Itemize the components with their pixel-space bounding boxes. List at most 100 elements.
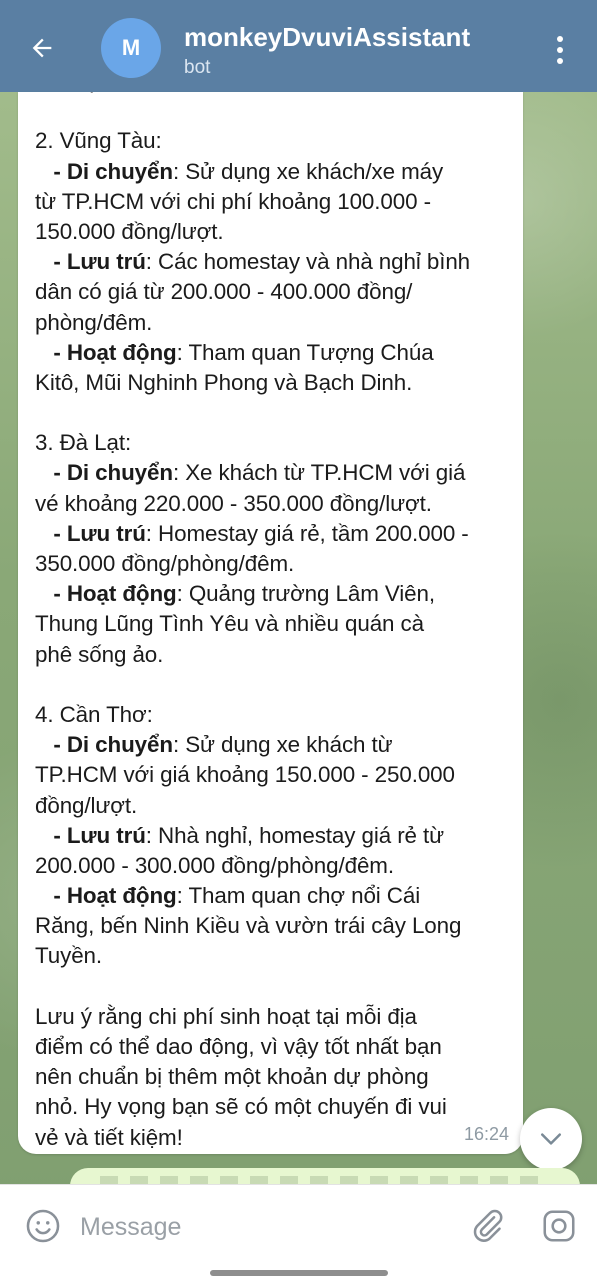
message-line: phòng/đêm. — [35, 308, 515, 338]
paperclip-icon — [473, 1209, 503, 1242]
message-line: 2. Vũng Tàu: — [35, 126, 515, 156]
message-text-run: Răng, bến Ninh Kiều và vườn trái cây Lon… — [35, 913, 462, 939]
back-arrow-icon — [32, 38, 52, 58]
message-line: 200.000 - 300.000 đồng/phòng/đêm. — [35, 851, 515, 881]
message-line: 4. Cần Thơ: — [35, 700, 515, 730]
message-input[interactable] — [78, 1205, 452, 1249]
message-text: miễn phí.2. Vũng Tàu: - Di chuyển: Sử dụ… — [35, 92, 515, 1153]
message-text-run: 150.000 đồng/lượt. — [35, 218, 224, 244]
message-text-run: 350.000 đồng/phòng/đêm. — [35, 551, 295, 576]
more-vertical-icon — [557, 36, 563, 42]
message-text-run: miễn phí. — [35, 92, 126, 93]
message-text-run: Lưu ý rằng chi phí sinh hoạt tại mỗi địa — [35, 1003, 417, 1029]
message-line: Răng, bến Ninh Kiều và vườn trái cây Lon… — [35, 911, 515, 941]
message-line: dân có giá từ 200.000 - 400.000 đồng/ — [35, 277, 515, 307]
message-text-run: : Xe khách từ TP.HCM với giá — [172, 460, 466, 486]
next-message-partial-text — [100, 1176, 540, 1184]
message-line: - Hoạt động: Tham quan Tượng Chúa — [35, 338, 515, 368]
message-line: Tuyền. — [35, 941, 515, 971]
message-line: đồng/lượt. — [35, 791, 515, 821]
message-line: nên chuẩn bị thêm một khoản dự phòng — [35, 1062, 515, 1092]
message-text-run: Tuyền. — [35, 943, 103, 969]
message-text-run: TP.HCM với giá khoảng 150.000 - 250.000 — [35, 762, 455, 788]
message-bold-label: - Di chuyển — [35, 158, 173, 184]
message-line: vé khoảng 220.000 - 350.000 đồng/lượt. — [35, 489, 515, 519]
camera-icon — [543, 1210, 575, 1242]
message-text-run: Thung Lũng Tình Yêu và nhiều quán cà — [35, 611, 424, 637]
message-text-run: điểm có thể dao động, vì vậy tốt nhất bạ… — [35, 1034, 442, 1059]
message-line: - Di chuyển: Xe khách từ TP.HCM với giá — [35, 458, 515, 488]
message-bubble[interactable]: miễn phí.2. Vũng Tàu: - Di chuyển: Sử dụ… — [18, 92, 523, 1154]
more-vertical-icon-dot — [557, 47, 563, 53]
message-line: - Lưu trú: Các homestay và nhà nghỉ bình — [35, 247, 515, 277]
back-button[interactable] — [22, 28, 62, 68]
emoji-icon — [26, 1209, 60, 1243]
avatar-letter: M — [121, 35, 141, 60]
chat-header: M monkeyDvuviAssistant bot — [0, 0, 597, 92]
more-vertical-icon-dot — [557, 58, 563, 64]
message-line: - Hoạt động: Tham quan chợ nổi Cái — [35, 881, 515, 911]
message-line: 3. Đà Lạt: — [35, 428, 515, 458]
message-text-run: 200.000 - 300.000 đồng/phòng/đêm. — [35, 852, 394, 878]
message-text-run: : Tham quan chợ nổi Cái — [176, 883, 421, 909]
message-line: - Hoạt động: Quảng trường Lâm Viên, — [35, 579, 515, 609]
message-line: - Lưu trú: Nhà nghỉ, homestay giá rẻ từ — [35, 821, 515, 851]
message-text-run: nhỏ. Hy vọng bạn sẽ có một chuyến đi vui — [35, 1094, 447, 1120]
camera-button[interactable] — [540, 1207, 578, 1245]
chat-title[interactable]: monkeyDvuviAssistant — [184, 22, 470, 53]
message-line: TP.HCM với giá khoảng 150.000 - 250.000 — [35, 760, 515, 790]
message-text-run: phòng/đêm. — [35, 309, 153, 335]
message-line: - Lưu trú: Homestay giá rẻ, tầm 200.000 … — [35, 519, 515, 549]
message-text-run: vé khoảng 220.000 - 350.000 đồng/lượt. — [35, 490, 432, 516]
home-handle[interactable] — [210, 1270, 388, 1276]
message-bold-label: - Hoạt động — [35, 883, 177, 909]
message-text-run: : Quảng trường Lâm Viên, — [176, 581, 435, 607]
message-bold-label: - Lưu trú — [35, 822, 146, 848]
message-text-run: : Các homestay và nhà nghỉ bình — [145, 249, 471, 275]
message-line: 150.000 đồng/lượt. — [35, 217, 515, 247]
message-line: điểm có thể dao động, vì vậy tốt nhất bạ… — [35, 1032, 515, 1062]
message-bold-label: - Lưu trú — [35, 249, 146, 275]
avatar[interactable]: M — [101, 18, 161, 78]
message-text-run: : Homestay giá rẻ, tầm 200.000 - — [145, 520, 469, 546]
message-line: - Di chuyển: Sử dụng xe khách từ — [35, 730, 515, 760]
message-bold-label: - Di chuyển — [35, 460, 173, 486]
message-bold-label: - Di chuyển — [35, 732, 173, 758]
message-text-run: : Sử dụng xe khách từ — [172, 732, 393, 758]
scroll-down-button[interactable] — [520, 1108, 582, 1170]
message-text-run: phê sống ảo. — [35, 641, 164, 667]
message-line: Thung Lũng Tình Yêu và nhiều quán cà — [35, 609, 515, 639]
message-line: Lưu ý rằng chi phí sinh hoạt tại mỗi địa — [35, 1002, 515, 1032]
message-text-run: 2. Vũng Tàu: — [35, 128, 162, 154]
chat-subtitle: bot — [184, 57, 211, 78]
more-options-button[interactable] — [546, 30, 574, 70]
message-text-run: nên chuẩn bị thêm một khoản dự phòng — [35, 1064, 429, 1090]
emoji-button[interactable] — [24, 1207, 62, 1245]
message-composer — [0, 1184, 597, 1269]
message-line: Kitô, Mũi Nghinh Phong và Bạch Dinh. — [35, 368, 515, 398]
message-text-run: 3. Đà Lạt: — [35, 430, 132, 456]
message-line: nhỏ. Hy vọng bạn sẽ có một chuyến đi vui — [35, 1092, 515, 1122]
message-line: phê sống ảo. — [35, 640, 515, 670]
message-text-run: : Nhà nghỉ, homestay giá rẻ từ — [145, 822, 445, 848]
chevron-down-icon — [541, 1133, 561, 1145]
message-text-run: từ TP.HCM với chi phí khoảng 100.000 - — [35, 188, 431, 214]
message-line: - Di chuyển: Sử dụng xe khách/xe máy — [35, 157, 515, 187]
message-time: 16:24 — [463, 1124, 509, 1144]
message-line: 350.000 đồng/phòng/đêm. — [35, 549, 515, 579]
message-text-run: 4. Cần Thơ: — [35, 701, 153, 727]
message-line: từ TP.HCM với chi phí khoảng 100.000 - — [35, 187, 515, 217]
message-text-run: vẻ và tiết kiệm! — [35, 1124, 183, 1150]
system-nav-bar — [0, 1268, 597, 1281]
attach-button[interactable] — [468, 1207, 506, 1245]
message-text-run: : Sử dụng xe khách/xe máy — [172, 158, 444, 184]
message-bold-label: - Hoạt động — [35, 581, 177, 607]
message-text-run: dân có giá từ 200.000 - 400.000 đồng/ — [35, 279, 413, 305]
message-bold-label: - Lưu trú — [35, 520, 146, 546]
message-text-run: Kitô, Mũi Nghinh Phong và Bạch Dinh. — [35, 369, 413, 395]
message-text-run: đồng/lượt. — [35, 792, 138, 818]
